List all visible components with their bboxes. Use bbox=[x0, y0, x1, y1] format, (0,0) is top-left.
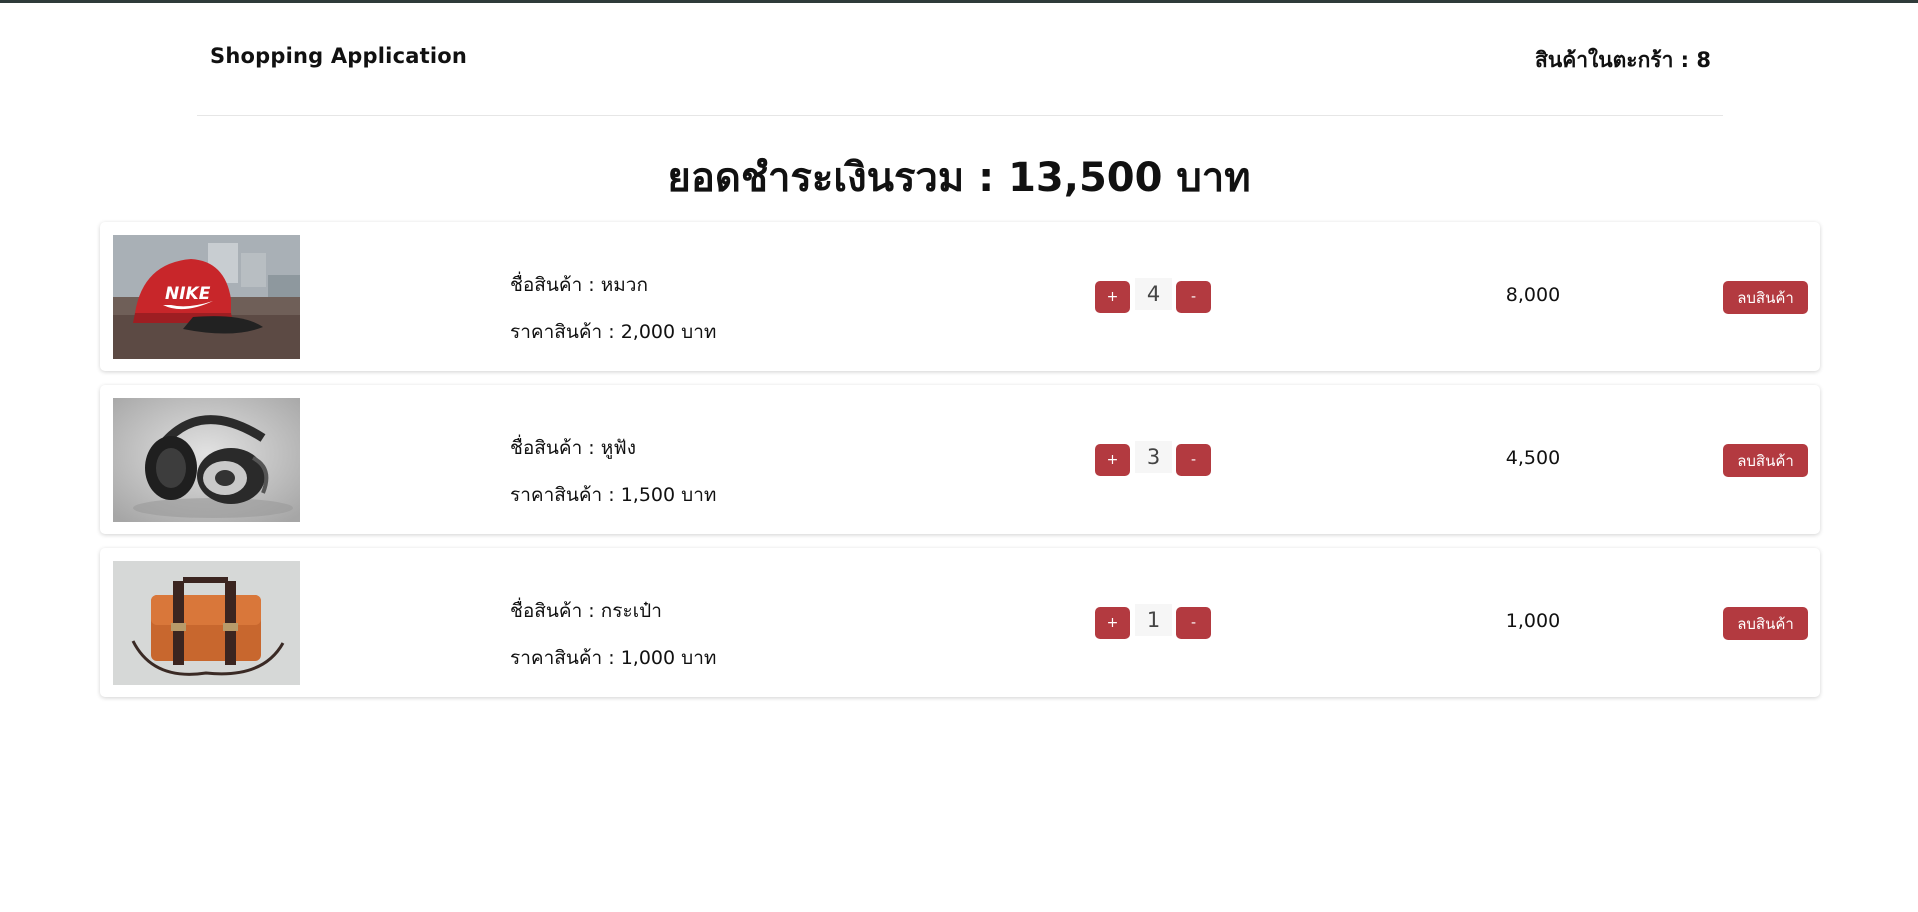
product-name: ชื่อสินค้า : หมวก bbox=[510, 274, 648, 296]
quantity-stepper: + 1 - bbox=[1095, 604, 1211, 639]
product-name: ชื่อสินค้า : กระเป๋า bbox=[510, 600, 662, 622]
product-info: ชื่อสินค้า : หมวก ราคาสินค้า : 2,000 บาท bbox=[510, 262, 716, 356]
increase-quantity-button[interactable]: + bbox=[1095, 607, 1130, 639]
remove-item-button[interactable]: ลบสินค้า bbox=[1723, 444, 1808, 477]
cart-item-card: ชื่อสินค้า : กระเป๋า ราคาสินค้า : 1,000 … bbox=[100, 548, 1820, 697]
app-header: Shopping Application สินค้าในตะกร้า : 8 bbox=[197, 0, 1723, 116]
remove-item-button[interactable]: ลบสินค้า bbox=[1723, 607, 1808, 640]
decrease-quantity-button[interactable]: - bbox=[1176, 444, 1211, 476]
cart-item-list: NIKE ชื่อสินค้า : หมวก ราคาสินค้า : 2,00… bbox=[100, 222, 1820, 711]
grand-total: ยอดชำระเงินรวม : 13,500 บาท bbox=[667, 155, 1251, 201]
product-price: ราคาสินค้า : 2,000 บาท bbox=[510, 321, 717, 343]
line-total: 1,000 bbox=[1505, 610, 1561, 632]
cart-item-card: NIKE ชื่อสินค้า : หมวก ราคาสินค้า : 2,00… bbox=[100, 222, 1820, 371]
decrease-quantity-button[interactable]: - bbox=[1176, 607, 1211, 639]
line-total: 4,500 bbox=[1505, 447, 1561, 469]
increase-quantity-button[interactable]: + bbox=[1095, 444, 1130, 476]
cart-count: สินค้าในตะกร้า : 8 bbox=[1535, 48, 1711, 72]
increase-quantity-button[interactable]: + bbox=[1095, 281, 1130, 313]
product-image-headphones bbox=[113, 398, 300, 522]
remove-item-button[interactable]: ลบสินค้า bbox=[1723, 281, 1808, 314]
quantity-value: 3 bbox=[1135, 441, 1172, 473]
product-image-bag bbox=[113, 561, 300, 685]
product-image-cap: NIKE bbox=[113, 235, 300, 359]
product-info: ชื่อสินค้า : หูฟัง ราคาสินค้า : 1,500 บา… bbox=[510, 425, 716, 519]
quantity-value: 4 bbox=[1135, 278, 1172, 310]
product-name: ชื่อสินค้า : หูฟัง bbox=[510, 437, 637, 459]
line-total: 8,000 bbox=[1505, 284, 1561, 306]
product-price: ราคาสินค้า : 1,500 บาท bbox=[510, 484, 717, 506]
brand-title[interactable]: Shopping Application bbox=[210, 44, 467, 68]
quantity-value: 1 bbox=[1135, 604, 1172, 636]
cart-item-card: ชื่อสินค้า : หูฟัง ราคาสินค้า : 1,500 บา… bbox=[100, 385, 1820, 534]
decrease-quantity-button[interactable]: - bbox=[1176, 281, 1211, 313]
quantity-stepper: + 3 - bbox=[1095, 441, 1211, 476]
product-price: ราคาสินค้า : 1,000 บาท bbox=[510, 647, 717, 669]
product-info: ชื่อสินค้า : กระเป๋า ราคาสินค้า : 1,000 … bbox=[510, 588, 716, 682]
svg-text:NIKE: NIKE bbox=[165, 284, 211, 304]
quantity-stepper: + 4 - bbox=[1095, 278, 1211, 313]
